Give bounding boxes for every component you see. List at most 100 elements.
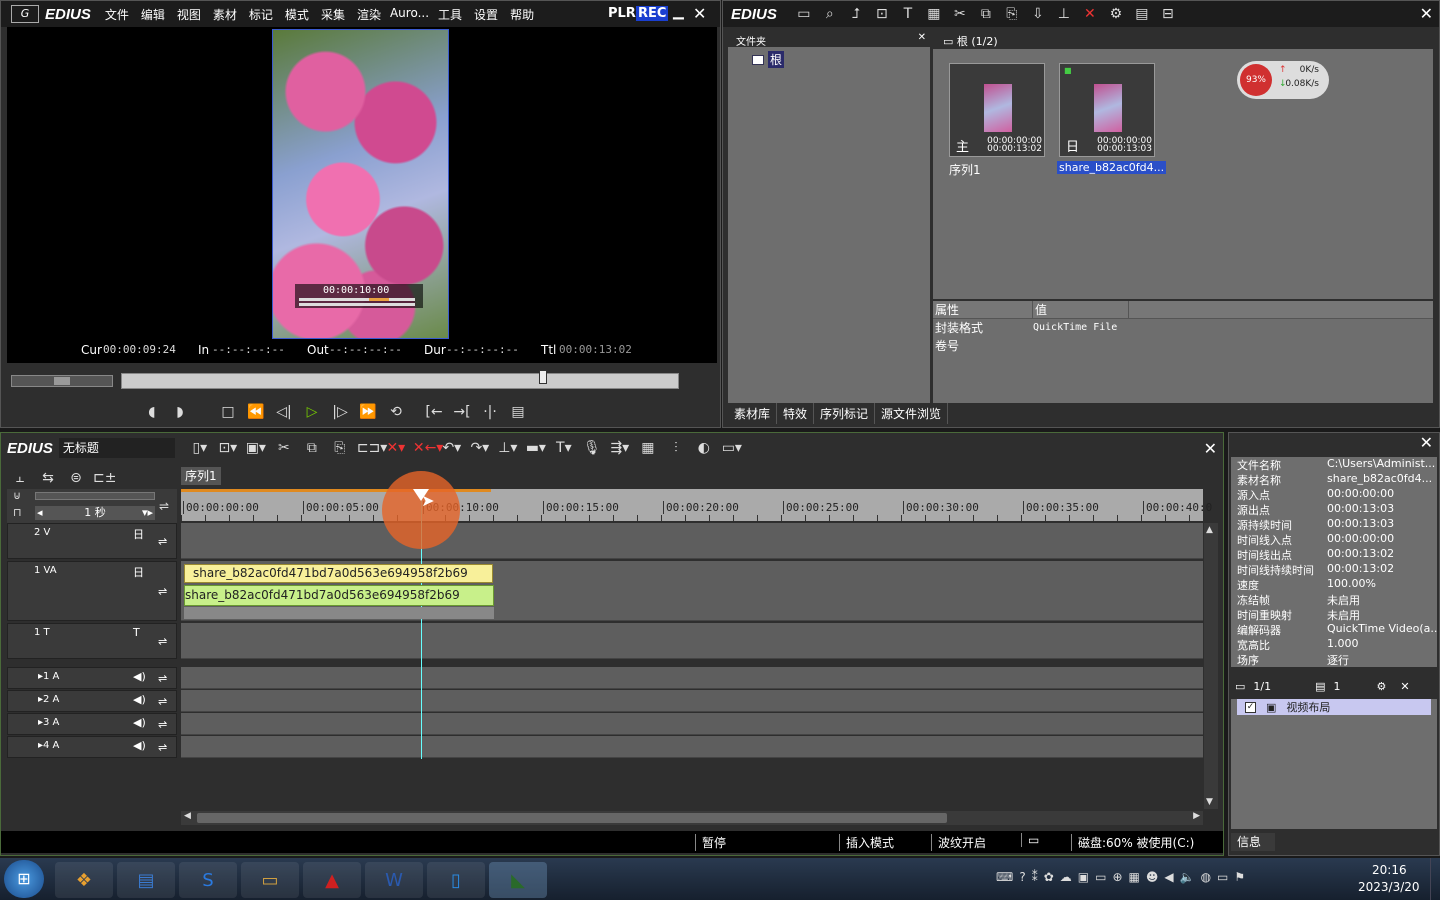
word-icon[interactable]: W bbox=[365, 862, 423, 898]
lock-icon[interactable]: ⊓ bbox=[13, 506, 22, 519]
timeline-ruler[interactable]: 00:00:00:00 00:00:05:00 00:00:10:00 00:00:1… bbox=[181, 489, 1212, 521]
sync-icon[interactable]: ⇌ bbox=[159, 499, 169, 513]
effect-settings-icon[interactable]: ⚙ bbox=[1377, 680, 1387, 693]
tray-grid-icon[interactable]: ▦ bbox=[1129, 870, 1140, 884]
step-forward-icon[interactable]: |▷ bbox=[329, 401, 351, 423]
redo-icon[interactable]: ↷▾ bbox=[469, 437, 491, 459]
step-back-icon[interactable]: ◁| bbox=[273, 401, 295, 423]
menu-tools[interactable]: 工具 bbox=[432, 6, 468, 23]
tray-arrow-icon[interactable]: ⁑ bbox=[1032, 870, 1038, 884]
track-add-icon[interactable]: ⫠ bbox=[9, 467, 31, 489]
export-icon[interactable]: ⇶▾ bbox=[609, 437, 631, 459]
tab-sequence-markers[interactable]: 序列标记 bbox=[814, 403, 876, 424]
multicam-icon[interactable]: ▦ bbox=[637, 437, 659, 459]
folder-close-icon[interactable]: ✕ bbox=[918, 32, 926, 43]
tray-plus-icon[interactable]: ⊕ bbox=[1112, 870, 1122, 884]
track-group-icon[interactable]: ⊜ bbox=[65, 467, 87, 489]
menu-view[interactable]: 视图 bbox=[171, 6, 207, 23]
loop-icon[interactable]: ⟲ bbox=[385, 401, 407, 423]
layer-filter-icon[interactable]: ▤ bbox=[1315, 680, 1325, 693]
tray-monitor-icon[interactable]: ▭ bbox=[1095, 870, 1106, 884]
speaker-icon[interactable]: ◀) bbox=[133, 670, 146, 683]
voiceover-icon[interactable]: 🎙 bbox=[581, 437, 603, 459]
action-center-icon[interactable]: ⚑ bbox=[1234, 870, 1245, 884]
track-header[interactable]: 2 V 日 ⇌ bbox=[7, 523, 177, 559]
tray-app-icon[interactable]: ▣ bbox=[1078, 870, 1089, 884]
folder-icon[interactable]: ▭ bbox=[793, 3, 815, 25]
tray-window-icon[interactable]: ▭ bbox=[1217, 870, 1228, 884]
edius-taskbar-icon[interactable]: ◣ bbox=[489, 862, 547, 898]
show-desktop-button[interactable] bbox=[1430, 858, 1440, 900]
layout-icon[interactable]: ▭▾ bbox=[721, 437, 743, 459]
play-icon[interactable]: ▷ bbox=[301, 401, 323, 423]
track-sync-icon[interactable]: ⇆ bbox=[37, 467, 59, 489]
track-header[interactable]: ▸4 A ◀) ⇌ bbox=[7, 736, 177, 758]
keyboard-icon[interactable]: ⌨ bbox=[996, 870, 1013, 884]
qq-icon[interactable]: ☻ bbox=[1146, 870, 1159, 884]
horizontal-scrollbar[interactable]: ◀ ▶ bbox=[181, 811, 1203, 825]
network-icon[interactable]: ◍ bbox=[1201, 870, 1211, 884]
info-close-icon[interactable]: ✕ bbox=[1420, 433, 1433, 452]
track-lane[interactable] bbox=[181, 623, 1203, 659]
mixer-icon[interactable]: ⫶ bbox=[665, 437, 687, 459]
replace-icon[interactable]: ⊏⊐▾ bbox=[357, 437, 388, 459]
effect-item[interactable]: ✓ ▣ 视频布局 bbox=[1237, 699, 1431, 715]
video-track-icon[interactable]: 日 bbox=[133, 526, 144, 542]
shuttle-knob[interactable] bbox=[54, 377, 70, 385]
phone-app-icon[interactable]: ▯ bbox=[427, 862, 485, 898]
track-sync-icon[interactable]: ⇌ bbox=[158, 635, 167, 648]
paste-icon[interactable]: ⎘ bbox=[329, 437, 351, 459]
copy-icon[interactable]: ⧉ bbox=[975, 3, 997, 25]
delete-icon[interactable]: ✕ bbox=[1079, 3, 1101, 25]
scroll-left-icon[interactable]: ◀ bbox=[184, 811, 191, 821]
menu-mode[interactable]: 模式 bbox=[279, 6, 315, 23]
menu-capture[interactable]: 采集 bbox=[315, 6, 351, 23]
render-icon[interactable]: ▤ bbox=[507, 401, 529, 423]
transition-icon[interactable]: ▬▾ bbox=[525, 437, 547, 459]
playhead[interactable]: ➤ bbox=[382, 471, 461, 759]
sogou-icon[interactable]: S bbox=[179, 862, 237, 898]
files-icon[interactable]: ▭ bbox=[241, 862, 299, 898]
autocad-icon[interactable]: ▲ bbox=[303, 862, 361, 898]
search-icon[interactable]: ⌕ bbox=[819, 3, 841, 25]
tray-flag-icon[interactable]: ◀ bbox=[1164, 870, 1173, 884]
zoom-slider[interactable] bbox=[35, 492, 155, 500]
shuttle-slider[interactable] bbox=[11, 375, 113, 387]
ripple-delete-icon[interactable]: ✕←▾ bbox=[413, 437, 444, 459]
stop-icon[interactable]: □ bbox=[217, 401, 239, 423]
fast-forward-icon[interactable]: ⏩ bbox=[357, 401, 379, 423]
track-header[interactable]: ▸2 A ◀) ⇌ bbox=[7, 690, 177, 712]
set-in-icon[interactable]: ◖ bbox=[141, 401, 163, 423]
tab-source-browser[interactable]: 源文件浏览 bbox=[875, 403, 949, 424]
menu-edit[interactable]: 编辑 bbox=[135, 6, 171, 23]
menu-marker[interactable]: 标记 bbox=[243, 6, 279, 23]
magnet-icon[interactable]: ⊍ bbox=[13, 489, 21, 502]
sequence-tab[interactable]: 序列1 bbox=[181, 467, 221, 485]
vertical-scrollbar[interactable]: ▲ ▼ bbox=[1204, 523, 1218, 809]
checkbox-icon[interactable]: ✓ bbox=[1245, 701, 1256, 713]
track-header[interactable]: 1 T T ⇌ bbox=[7, 623, 177, 659]
track-sync-icon[interactable]: ⇌ bbox=[158, 672, 167, 685]
menu-help[interactable]: 帮助 bbox=[504, 6, 540, 23]
undo-icon[interactable]: ↶▾ bbox=[441, 437, 463, 459]
video-clip[interactable]: share_b82ac0fd471bd7a0d563e694958f2b69 bbox=[184, 564, 493, 583]
clip-thumbnail[interactable]: ■ 日 00:00:00:00 00:00:13:03 bbox=[1059, 63, 1155, 157]
cut-icon[interactable]: ✂ bbox=[273, 437, 295, 459]
timescale-select[interactable]: ◂ 1 秒 ▾▸ bbox=[35, 506, 155, 520]
menu-file[interactable]: 文件 bbox=[99, 6, 135, 23]
track-lane[interactable] bbox=[181, 713, 1203, 735]
add-to-timeline-icon[interactable]: ⇩ bbox=[1027, 3, 1049, 25]
track-header[interactable]: 1 VA 日 ⇌ bbox=[7, 561, 177, 621]
speaker-icon[interactable]: ◀) bbox=[133, 716, 146, 729]
audio-clip[interactable]: share_b82ac0fd471bd7a0d563e694958f2b69 bbox=[184, 585, 494, 606]
wechat-icon[interactable]: ☁ bbox=[1060, 870, 1072, 884]
insert-icon[interactable]: [← bbox=[423, 401, 445, 423]
status-insert-mode[interactable]: 插入模式 bbox=[839, 834, 894, 851]
color-bar-icon[interactable]: ▦ bbox=[923, 3, 945, 25]
add-edit-icon[interactable]: ⊥▾ bbox=[497, 437, 519, 459]
track-lane[interactable] bbox=[181, 690, 1203, 712]
clip-thumbnail[interactable]: 主 00:00:00:00 00:00:13:02 bbox=[949, 63, 1045, 157]
copy-icon[interactable]: ⧉ bbox=[301, 437, 323, 459]
minimize-icon[interactable]: ▁ bbox=[673, 4, 684, 20]
speaker-icon[interactable]: ◀) bbox=[133, 739, 146, 752]
